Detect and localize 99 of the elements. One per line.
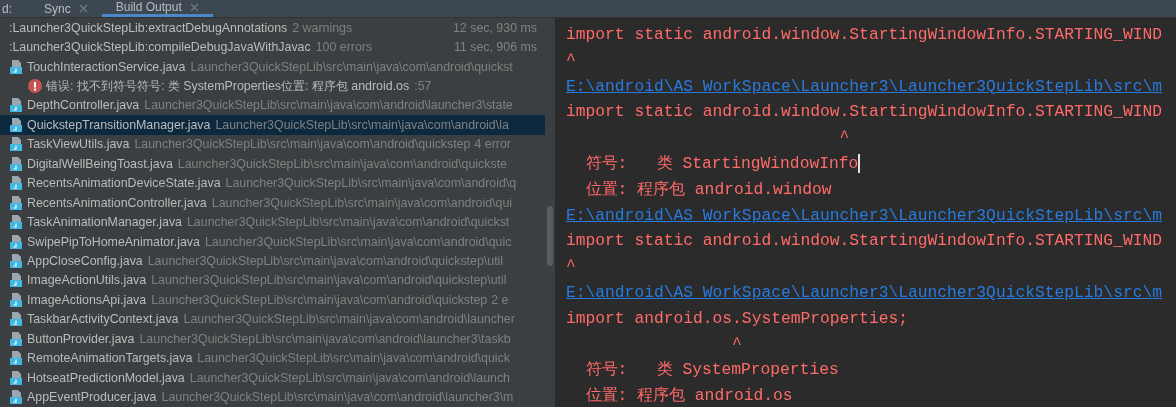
tree-row[interactable]: ImageActionUtils.java Launcher3QuickStepLib\src\main\java\com\android\quickstep\util [0,270,545,291]
line-number: :57 [414,79,432,94]
tree-row[interactable]: :Launcher3QuickStepLib:extractDebugAnnotations 2 warnings 12 sec, 930 ms [0,18,545,38]
error-output-line: ^ [566,256,576,279]
task-name: :Launcher3QuickStepLib:extractDebugAnnotations [9,20,288,35]
error-icon [28,79,42,94]
file-name: RecentsAnimationDeviceState.java [27,176,221,191]
file-path: Launcher3QuickStepLib\src\main\java\com\android\quickstep\util [147,253,504,268]
java-file-icon [9,58,23,75]
java-file-icon [9,97,23,114]
tree-row[interactable]: RemoteAnimationTargets.java Launcher3QuickStepLib\src\main\java\com\android\quick [0,348,545,368]
java-file-icon [9,272,23,289]
java-file-icon [9,389,23,406]
java-file-icon [9,136,23,153]
tree-row[interactable]: SwipePipToHomeAnimator.java Launcher3QuickStepLib\src\main\java\com\android\quic [0,231,545,252]
file-path: Launcher3QuickStepLib\src\main\java\com\android\quickst [186,215,510,230]
java-file-icon [9,214,23,231]
file-name: TaskAnimationManager.java [27,215,182,230]
file-path: Launcher3QuickStepLib\src\main\java\com\android\qui [211,195,513,210]
error-output-line: import static android.window.StartingWindowInfo.STARTING_WIND [566,230,1162,253]
tree-row[interactable]: DepthController.java Launcher3QuickStepLib\src\main\java\com\android\launcher3\state [0,95,545,116]
task-summary: 100 errors [315,40,373,55]
file-name: RecentsAnimationController.java [27,195,207,210]
java-file-icon [9,369,23,386]
file-path: Launcher3QuickStepLib\src\main\java\com\android\launcher3\m [161,390,514,405]
file-path: Launcher3QuickStepLib\src\main\java\com\android\la [215,117,509,132]
file-name: AppCloseConfig.java [27,253,143,268]
error-output-line: import static android.window.StartingWindowInfo.STARTING_WIND [566,24,1162,46]
file-name: ButtonProvider.java [27,331,135,346]
tree-row[interactable]: RecentsAnimationController.java Launcher3QuickStepLib\src\main\java\com\android\qui [0,192,545,213]
java-file-icon [9,330,23,347]
file-name: AppEventProducer.java [27,390,157,405]
file-name: ImageActionsApi.java [27,292,147,307]
java-file-icon [9,175,23,192]
task-time: 11 sec, 906 ms [453,40,538,55]
error-output-line: ^ [838,127,850,150]
tree-row[interactable]: :Launcher3QuickStepLib:compileDebugJavaWithJavac 100 errors 11 sec, 906 ms [0,37,545,57]
file-path: Launcher3QuickStepLib\src\main\java\com\android\quic [204,234,512,249]
error-output-line: ^ [731,333,742,356]
java-file-icon [9,155,23,172]
file-link[interactable]: E:\android\AS_WorkSpace\Launcher3\Launcher3QuickStepLib\src\m [566,202,1162,229]
file-path: Launcher3QuickStepLib\src\main\java\com\android\quickstep [134,137,471,152]
error-output-line: import android.os.SystemProperties; [566,307,908,330]
java-file-icon [9,252,23,269]
tree-row[interactable]: HotseatPredictionModel.java Launcher3QuickStepLib\src\main\java\com\android\launch [0,367,545,388]
tree-row[interactable]: ButtonProvider.java Launcher3QuickStepLib\src\main\java\com\android\launcher3\taskb [0,329,545,349]
java-file-icon [9,116,23,133]
error-output-line: 符号: 类 SystemProperties [584,359,839,382]
task-summary: 2 warnings [292,20,353,35]
task-name: :Launcher3QuickStepLib:compileDebugJavaWithJavac [9,40,311,55]
file-path: Launcher3QuickStepLib\src\main\java\com\android\quickstep\util [151,273,507,288]
file-link[interactable]: E:\android\AS_WorkSpace\Launcher3\Launcher3QuickStepLib\src\m [566,279,1162,306]
file-path: Launcher3QuickStepLib\src\main\java\com\android\launcher3\state [144,98,513,113]
error-output-line: 位置: 程序包 android.window [584,178,832,201]
error-output-line: ^ [566,49,576,72]
tree-row[interactable]: QuickstepTransitionManager.java Launcher3QuickStepLib\src\main\java\com\android\la [0,115,545,135]
error-count: 2 e [491,292,509,307]
tree-row[interactable]: AppCloseConfig.java Launcher3QuickStepLib\src\main\java\com\android\quickstep\util [0,251,545,271]
task-time: 12 sec, 930 ms [452,20,538,35]
java-file-icon [9,233,23,250]
file-name: SwipePipToHomeAnimator.java [27,234,200,249]
file-name: TaskViewUtils.java [27,137,130,152]
file-name: QuickstepTransitionManager.java [27,117,211,132]
tree-row[interactable]: TaskbarActivityContext.java Launcher3QuickStepLib\src\main\java\com\android\launcher [0,309,545,329]
tab[interactable]: d: [0,0,26,17]
java-file-icon [9,194,23,211]
tree-row[interactable]: 错误: 找不到符号符号: 类 SystemProperties位置: 程序包 android.os :57 [0,76,545,96]
error-message: 错误: 找不到符号符号: 类 SystemProperties位置: 程序包 android.os [46,77,410,95]
file-path: Launcher3QuickStepLib\src\main\java\com\android\quickste [177,156,507,171]
java-file-icon [9,291,23,308]
file-name: ImageActionUtils.java [27,273,147,288]
file-path: Launcher3QuickStepLib\src\main\java\com\android\launcher [183,312,515,327]
file-path: Launcher3QuickStepLib\src\main\java\com\android\q [225,176,517,191]
file-name: RemoteAnimationTargets.java [27,351,193,366]
error-output-line: 符号: 类 StartingWindowInfo [584,153,859,175]
file-name: HotseatPredictionModel.java [27,370,185,385]
tree-row[interactable]: RecentsAnimationDeviceState.java Launcher3QuickStepLib\src\main\java\com\android\q [0,173,545,193]
file-path: Launcher3QuickStepLib\src\main\java\com\android\quickstep [151,292,488,307]
error-output-line: 位置: 程序包 android.os [584,385,793,407]
file-name: TouchInteractionService.java [27,59,186,74]
tree-row[interactable]: ImageActionsApi.java Launcher3QuickStepLib\src\main\java\com\android\quickstep 2 e [0,290,545,310]
java-file-icon [9,311,23,328]
tree-row[interactable]: TouchInteractionService.java Launcher3QuickStepLib\src\main\java\com\android\quickst [0,56,545,77]
file-path: Launcher3QuickStepLib\src\main\java\com\android\launch [189,370,510,385]
file-path: Launcher3QuickStepLib\src\main\java\com\android\quick [197,351,510,366]
file-link[interactable]: E:\android\AS_WorkSpace\Launcher3\Launcher3QuickStepLib\src\m [566,73,1162,100]
tree-row[interactable]: AppEventProducer.java Launcher3QuickStepLib\src\main\java\com\android\launcher3\m [0,387,545,407]
tree-row[interactable]: DigitalWellBeingToast.java Launcher3QuickStepLib\src\main\java\com\android\quickste [0,154,545,174]
file-path: Launcher3QuickStepLib\src\main\java\com\android\launcher3\taskb [139,331,511,346]
file-name: TaskbarActivityContext.java [27,312,179,327]
java-file-icon [9,350,23,367]
tree-row[interactable]: TaskViewUtils.java Launcher3QuickStepLib\src\main\java\com\android\quickstep 4 error [0,134,545,155]
error-count: 4 error [474,137,511,152]
error-output-line: import static android.window.StartingWindowInfo.STARTING_WIND [566,101,1162,124]
file-name: DepthController.java [27,98,140,113]
file-path: Launcher3QuickStepLib\src\main\java\com\android\quickst [190,59,513,74]
tree-row[interactable]: TaskAnimationManager.java Launcher3QuickStepLib\src\main\java\com\android\quickst [0,212,545,232]
file-name: DigitalWellBeingToast.java [27,156,173,171]
tab[interactable]: Sync [26,0,102,17]
